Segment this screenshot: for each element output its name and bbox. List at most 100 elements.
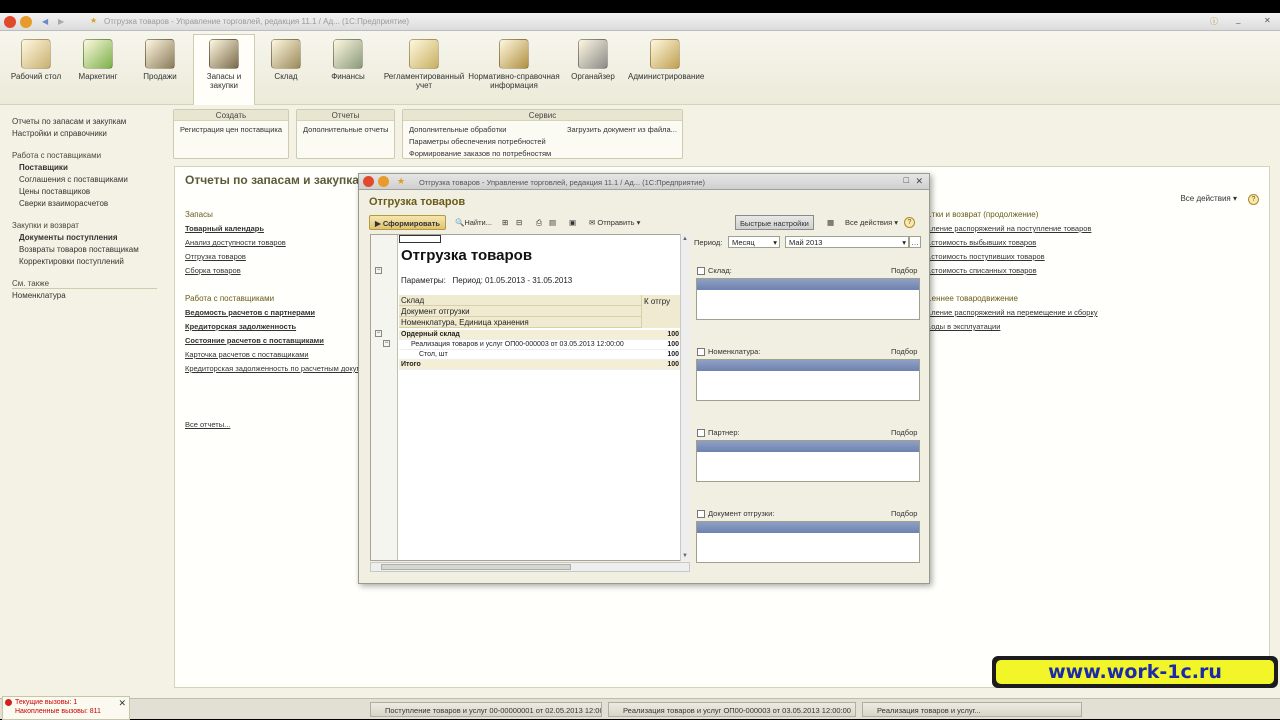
taskbar-window-button[interactable]: Реализация товаров и услуг ОП00-000003 о… [608,702,856,717]
section-9[interactable]: Администрирование [628,35,704,81]
minimize-icon[interactable]: _ [1236,15,1240,24]
help-icon[interactable]: ⓘ [1210,16,1218,27]
filter-list[interactable] [696,440,920,482]
maximize-icon[interactable]: □ [904,175,909,185]
collapse-icon[interactable]: ⊟ [516,215,522,230]
section-8[interactable]: Органайзер [560,35,626,81]
link-assembly[interactable]: Сборка товаров [185,266,241,275]
vertical-scrollbar[interactable]: ▲ ▼ [680,234,690,561]
favorite-icon[interactable]: ★ [90,16,97,25]
scroll-up-icon[interactable]: ▲ [682,236,688,242]
nav-reports[interactable]: Отчеты по запасам и закупкам [12,117,126,126]
link-goods-calendar[interactable]: Товарный календарь [185,224,264,233]
section-6[interactable]: Регламентированный учет [382,35,466,90]
link-settlement-card[interactable]: Карточка расчетов с поставщиками [185,350,309,359]
close-icon[interactable]: ✕ [118,698,126,709]
filter-checkbox[interactable] [697,267,705,275]
link-settlements[interactable]: Ведомость расчетов с партнерами [185,308,315,317]
link-availability[interactable]: Анализ доступности товаров [185,238,286,247]
group-toggle-icon[interactable]: − [383,340,390,347]
send-button[interactable]: ✉ Отправить ▾ [589,215,640,230]
nav-receipts[interactable]: Документы поступления [19,233,118,242]
nav-returns[interactable]: Возвраты товаров поставщикам [19,245,139,254]
filter-checkbox[interactable] [697,429,705,437]
back-icon[interactable]: ◀ [42,17,48,26]
menu-icon[interactable] [20,16,32,28]
app-logo-icon[interactable] [363,176,374,187]
link-shipment[interactable]: Отгрузка товаров [185,252,246,261]
forward-icon[interactable]: ▶ [58,17,64,26]
nav-settings[interactable]: Настройки и справочники [12,129,107,138]
settings-icon[interactable]: ▦ [827,215,834,230]
section-2[interactable]: Продажи [130,35,190,81]
cmd-extra-reports[interactable]: Дополнительные отчеты [303,125,389,134]
cmd-register-prices[interactable]: Регистрация цен поставщика [180,125,282,134]
section-1[interactable]: Маркетинг [68,35,128,81]
app-logo-icon[interactable] [4,16,16,28]
help-icon[interactable]: ? [1248,194,1259,205]
taskbar-window-button[interactable]: Поступление товаров и услуг 00-00000001 … [370,702,602,717]
save-icon[interactable]: ▣ [569,215,576,230]
link-retired-cost[interactable]: ...стоимость выбывших товаров [925,238,1036,247]
help-icon[interactable]: ? [904,217,915,228]
preview-icon[interactable]: ▤ [549,215,556,230]
cmd-supply-params[interactable]: Параметры обеспечения потребностей [409,137,546,146]
cmd-form-orders[interactable]: Формирование заказов по потребностям [409,149,551,158]
taskbar-window-button[interactable]: Реализация товаров и услуг... [862,702,1082,717]
group-toggle-icon[interactable]: − [375,267,382,274]
link-writeoff-cost[interactable]: ...стоимость списанных товаров [925,266,1037,275]
cmd-extra-processing[interactable]: Дополнительные обработки [409,125,506,134]
link-commissioning[interactable]: ...оды в эксплуатации [925,322,1000,331]
nav-reconciliations[interactable]: Сверки взаиморасчетов [19,199,108,208]
report-row[interactable]: Ордерный склад 100 [399,330,681,340]
scroll-thumb[interactable] [381,564,571,570]
link-payables-docs[interactable]: Кредиторская задолженность по расчетным … [185,364,362,373]
report-row[interactable]: Итого 100 [399,360,681,370]
filter-checkbox[interactable] [697,510,705,518]
link-move-orders[interactable]: ...ление распоряжений на перемещение и с… [925,308,1098,317]
find-button[interactable]: 🔍Найти... [455,215,492,230]
cmd-load-file[interactable]: Загрузить документ из файла... [567,125,677,134]
period-value-field[interactable]: Май 2013 ▾ [785,236,909,248]
filter-pick-link[interactable]: Подбор [891,266,917,275]
filter-list[interactable] [696,359,920,401]
link-receipt-orders[interactable]: ...ление распоряжений на поступление тов… [925,224,1091,233]
expand-icon[interactable]: ⊞ [502,215,508,230]
filter-pick-link[interactable]: Подбор [891,509,917,518]
close-icon[interactable]: ✕ [1264,16,1271,25]
report-row[interactable]: Реализация товаров и услуг ОП00-000003 о… [399,340,681,350]
report-spreadsheet[interactable]: − − − Отгрузка товаров Параметры: Период… [370,234,690,561]
scroll-down-icon[interactable]: ▼ [682,553,688,559]
report-row[interactable]: Стол, шт 100 [399,350,681,360]
link-received-cost[interactable]: ...стоимость поступивших товаров [925,252,1045,261]
horizontal-scrollbar[interactable] [370,562,690,572]
nav-suppliers[interactable]: Поставщики [19,163,68,172]
period-select-button[interactable]: … [909,236,921,248]
print-icon[interactable]: ⎙ [536,215,542,230]
section-0[interactable]: Рабочий стол [6,35,66,81]
filter-checkbox[interactable] [697,348,705,356]
section-7[interactable]: Нормативно-справочная информация [468,35,560,90]
filter-pick-link[interactable]: Подбор [891,428,917,437]
section-5[interactable]: Финансы [318,35,378,81]
favorite-icon[interactable]: ★ [397,176,405,187]
close-icon[interactable]: ✕ [915,176,923,187]
nav-prices[interactable]: Цены поставщиков [19,187,90,196]
quick-settings-button[interactable]: Быстрые настройки [735,215,814,230]
nav-agreements[interactable]: Соглашения с поставщиками [19,175,128,184]
menu-icon[interactable] [378,176,389,187]
section-3[interactable]: Запасы и закупки [193,34,255,105]
period-type-select[interactable]: Месяц ▾ [728,236,780,248]
generate-button[interactable]: ▶ Сформировать [369,215,446,230]
filter-pick-link[interactable]: Подбор [891,347,917,356]
link-all-reports[interactable]: Все отчеты... [185,420,230,429]
link-payables[interactable]: Кредиторская задолженность [185,322,296,331]
filter-list[interactable] [696,278,920,320]
group-toggle-icon[interactable]: − [375,330,382,337]
link-settlement-state[interactable]: Состояние расчетов с поставщиками [185,336,324,345]
all-actions-menu[interactable]: Все действия ▾ [1180,194,1237,203]
nav-nomenclature[interactable]: Номенклатура [12,291,66,300]
nav-corrections[interactable]: Корректировки поступлений [19,257,124,266]
section-4[interactable]: Склад [256,35,316,81]
filter-list[interactable] [696,521,920,563]
